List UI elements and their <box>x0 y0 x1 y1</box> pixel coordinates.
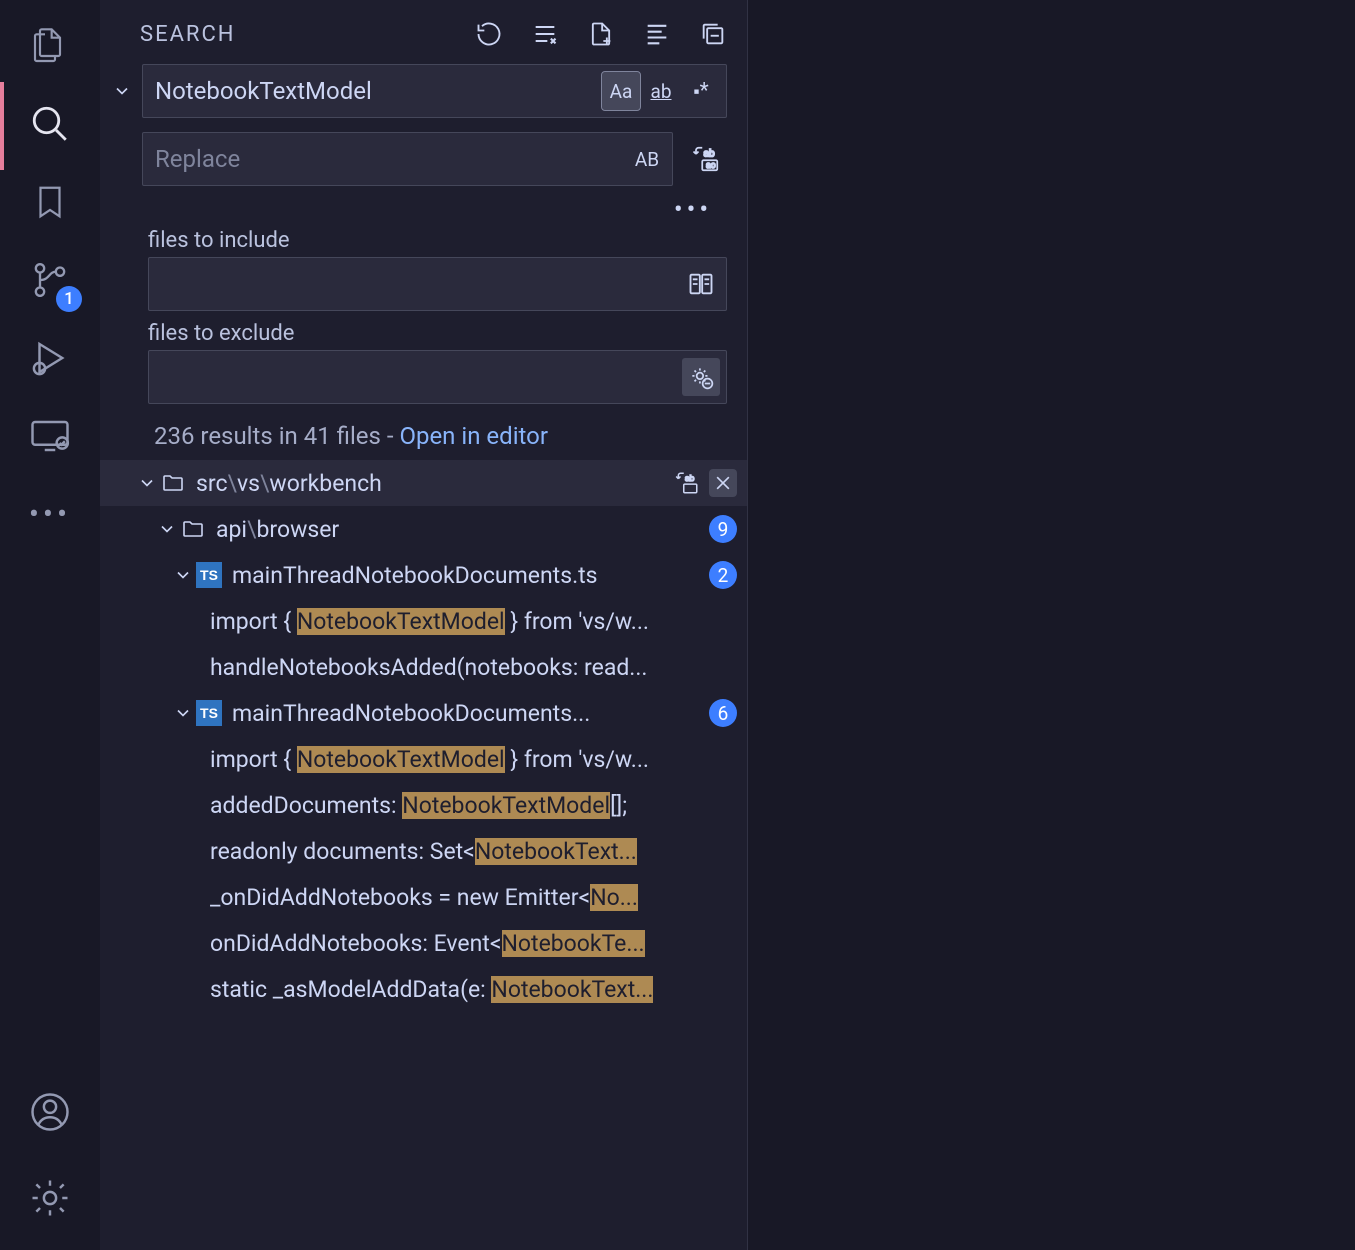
new-editor-icon[interactable] <box>585 18 617 50</box>
collapse-all-icon[interactable] <box>697 18 729 50</box>
count-badge: 6 <box>709 699 737 727</box>
match-row[interactable]: onDidAddNotebooks: Event<NotebookTe... <box>100 920 747 966</box>
results-tree: src\vs\workbench ab api\browser 9 TS mai… <box>100 460 747 1012</box>
search-input[interactable] <box>153 65 602 117</box>
preserve-case-toggle[interactable]: AB <box>628 140 666 178</box>
count-badge: 2 <box>709 561 737 589</box>
explorer-icon[interactable] <box>26 22 74 70</box>
file-row[interactable]: TS mainThreadNotebookDocuments.ts 2 <box>100 552 747 598</box>
remote-icon[interactable] <box>26 412 74 460</box>
files-exclude-container <box>148 350 727 404</box>
typescript-file-icon: TS <box>196 700 222 726</box>
regex-toggle[interactable]: ▪* <box>682 72 720 110</box>
match-row[interactable]: static _asModelAddData(e: NotebookText..… <box>100 966 747 1012</box>
match-row[interactable]: _onDidAddNotebooks = new Emitter<No... <box>100 874 747 920</box>
activity-bar: 1 ••• <box>0 0 100 1250</box>
files-include-container <box>148 257 727 311</box>
toggle-details-icon[interactable]: ••• <box>677 194 709 226</box>
run-debug-icon[interactable] <box>26 334 74 382</box>
folder-icon <box>180 516 206 542</box>
folder-row[interactable]: api\browser 9 <box>100 506 747 552</box>
more-icon[interactable]: ••• <box>26 490 74 538</box>
files-exclude-input[interactable] <box>159 351 682 403</box>
folder-icon <box>160 470 186 496</box>
open-editors-filter-icon[interactable] <box>682 265 720 303</box>
count-badge: 9 <box>709 515 737 543</box>
svg-text:ac: ac <box>706 161 716 171</box>
chevron-down-icon[interactable] <box>134 470 160 496</box>
toggle-replace-chevron-icon[interactable] <box>108 81 136 101</box>
replace-all-icon[interactable]: abac <box>685 138 727 180</box>
typescript-file-icon: TS <box>196 562 222 588</box>
svg-text:ab: ab <box>685 474 695 484</box>
match-row[interactable]: addedDocuments: NotebookTextModel[]; <box>100 782 747 828</box>
refresh-icon[interactable] <box>473 18 505 50</box>
files-include-label: files to include <box>148 228 727 253</box>
chevron-down-icon[interactable] <box>170 700 196 726</box>
view-as-tree-icon[interactable] <box>641 18 673 50</box>
scm-badge: 1 <box>56 286 82 312</box>
files-include-input[interactable] <box>159 258 682 310</box>
editor-area <box>748 0 1355 1250</box>
search-panel: SEARCH Aa ab ▪* <box>100 0 748 1250</box>
file-row[interactable]: TS mainThreadNotebookDocuments... 6 <box>100 690 747 736</box>
results-summary: 236 results in 41 files - Open in editor <box>154 422 727 450</box>
panel-title: SEARCH <box>140 22 236 47</box>
match-row[interactable]: handleNotebooksAdded(notebooks: read... <box>100 644 747 690</box>
bookmark-icon[interactable] <box>26 178 74 226</box>
match-whole-word-toggle[interactable]: ab <box>642 72 680 110</box>
clear-results-icon[interactable] <box>529 18 561 50</box>
source-control-icon[interactable]: 1 <box>26 256 74 304</box>
settings-gear-icon[interactable] <box>26 1174 74 1222</box>
open-in-editor-link[interactable]: Open in editor <box>399 422 548 450</box>
folder-row[interactable]: src\vs\workbench ab <box>100 460 747 506</box>
replace-icon[interactable]: ab <box>673 469 701 497</box>
chevron-down-icon[interactable] <box>170 562 196 588</box>
search-input-container: Aa ab ▪* <box>142 64 727 118</box>
match-row[interactable]: readonly documents: Set<NotebookText... <box>100 828 747 874</box>
search-icon[interactable] <box>26 100 74 148</box>
match-row[interactable]: import { NotebookTextModel } from 'vs/w.… <box>100 736 747 782</box>
files-exclude-label: files to exclude <box>148 321 727 346</box>
replace-input[interactable] <box>153 133 628 185</box>
chevron-down-icon[interactable] <box>154 516 180 542</box>
use-exclude-settings-icon[interactable] <box>682 358 720 396</box>
account-icon[interactable] <box>26 1088 74 1136</box>
match-case-toggle[interactable]: Aa <box>602 72 640 110</box>
dismiss-icon[interactable] <box>709 469 737 497</box>
replace-input-container: AB <box>142 132 673 186</box>
match-row[interactable]: import { NotebookTextModel } from 'vs/w.… <box>100 598 747 644</box>
svg-text:ab: ab <box>704 149 715 160</box>
